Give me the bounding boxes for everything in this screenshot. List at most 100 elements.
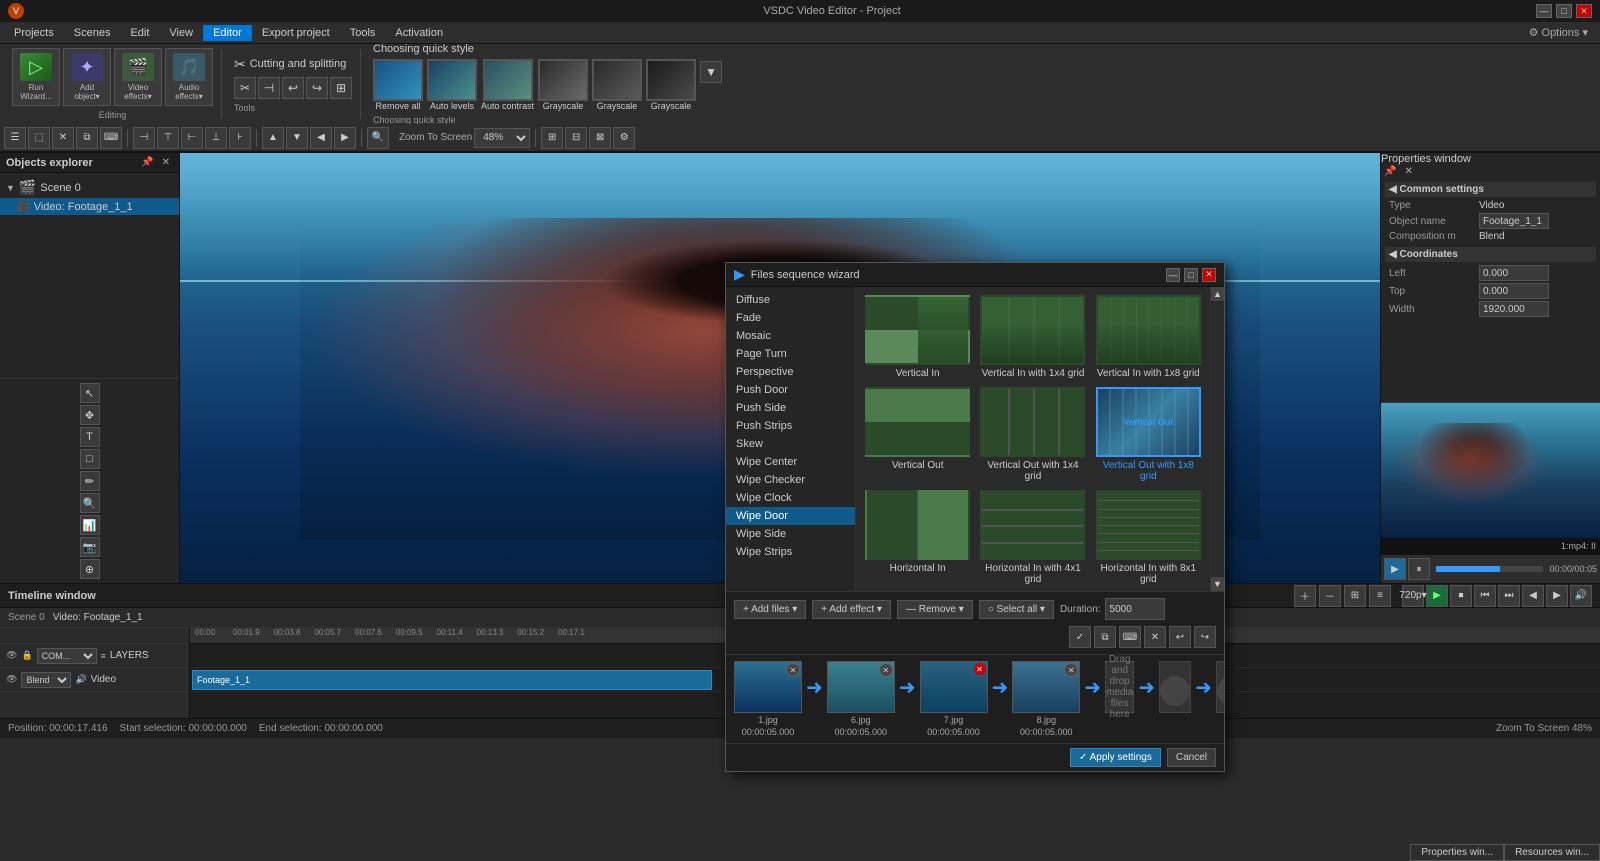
seq-img-4[interactable]: ✕ xyxy=(1012,661,1080,713)
ff-button[interactable]: ⏭ xyxy=(1498,585,1520,607)
pen-tool[interactable]: ✏ xyxy=(80,471,100,491)
options-button[interactable]: ⚙ Options ▾ xyxy=(1521,26,1596,39)
remove-all-button[interactable]: Remove all xyxy=(373,59,423,111)
remove-button[interactable]: — Remove ▾ xyxy=(897,600,973,619)
common-settings-header[interactable]: ◀ Common settings xyxy=(1385,182,1596,197)
align-center[interactable]: ⊤ xyxy=(157,127,179,149)
add-effect-button[interactable]: + Add effect ▾ xyxy=(812,600,891,619)
effect-pushside[interactable]: Push Side xyxy=(726,399,855,417)
scroll-up[interactable]: ▲ xyxy=(1211,287,1225,301)
snap-grid[interactable]: ⊟ xyxy=(565,127,587,149)
menu-activation[interactable]: Activation xyxy=(385,25,453,41)
close-button[interactable]: ✕ xyxy=(1576,4,1592,18)
crosshair-tool[interactable]: ⊕ xyxy=(80,559,100,579)
effect-vertical-in-1x4[interactable]: Vertical In with 1x4 grid xyxy=(979,295,1086,379)
rewind-button[interactable]: ⏮ xyxy=(1474,585,1496,607)
timeline-snap[interactable]: ⊞ xyxy=(1344,585,1366,607)
left-input[interactable] xyxy=(1479,265,1549,281)
effect-diffuse[interactable]: Diffuse xyxy=(726,291,855,309)
effect-horizontal-in-8x1[interactable]: Horizontal In with 8x1 grid xyxy=(1095,490,1202,585)
menu-scenes[interactable]: Scenes xyxy=(64,25,121,41)
seq-remove-1[interactable]: ✕ xyxy=(786,663,800,677)
zoom-out[interactable]: 🔍 xyxy=(367,127,389,149)
cancel-button[interactable]: Cancel xyxy=(1167,748,1216,767)
effect-vertical-in-1x8[interactable]: Vertical In with 1x8 grid xyxy=(1095,295,1202,379)
select-tool[interactable]: ☰ xyxy=(4,127,26,149)
effect-wipeclock[interactable]: Wipe Clock xyxy=(726,489,855,507)
play-button[interactable]: ▶ xyxy=(1426,585,1448,607)
effect-wipeside[interactable]: Wipe Side xyxy=(726,525,855,543)
effect-fade[interactable]: Fade xyxy=(726,309,855,327)
cut-tool[interactable]: ✂ xyxy=(234,77,256,99)
duration-input[interactable] xyxy=(1105,598,1165,620)
grid-view[interactable]: ⊞ xyxy=(541,127,563,149)
align-bottom[interactable]: ⊦ xyxy=(229,127,251,149)
select-all-button[interactable]: ○ Select all ▾ xyxy=(979,600,1054,619)
seq-remove-3[interactable]: ✕ xyxy=(974,663,986,675)
scroll-down[interactable]: ▼ xyxy=(1211,577,1225,591)
wizard-maximize[interactable]: □ xyxy=(1184,268,1198,282)
wizard-scrollbar[interactable]: ▲ ▼ xyxy=(1210,287,1224,591)
align-top[interactable]: ⊥ xyxy=(205,127,227,149)
seq-remove-2[interactable]: ✕ xyxy=(879,663,893,677)
add-files-button[interactable]: + Add files ▾ xyxy=(734,600,806,619)
coordinates-header[interactable]: ◀ Coordinates xyxy=(1385,247,1596,262)
more-styles-button[interactable]: ▼ xyxy=(700,61,722,83)
resources-win-tab[interactable]: Resources win... xyxy=(1504,844,1600,861)
tree-item-video[interactable]: 🎥 Video: Footage_1_1 xyxy=(0,198,179,215)
snap-obj[interactable]: ⊠ xyxy=(589,127,611,149)
zoom-dropdown[interactable]: 48% 25% 50% 75% 100% xyxy=(474,128,530,148)
move-right[interactable]: ▶ xyxy=(334,127,356,149)
move-down[interactable]: ▼ xyxy=(286,127,308,149)
grayscale-2-button[interactable]: Grayscale xyxy=(592,59,642,111)
wizard-undo[interactable]: ↩ xyxy=(1169,626,1191,648)
preview-play[interactable]: ▶ xyxy=(1384,558,1406,580)
text-tool[interactable]: T xyxy=(80,427,100,447)
run-wizard-button[interactable]: ▷ RunWizard... xyxy=(12,48,60,106)
effect-wipecenter[interactable]: Wipe Center xyxy=(726,453,855,471)
shape-tool[interactable]: □ xyxy=(80,449,100,469)
next-frame[interactable]: ▶ xyxy=(1546,585,1568,607)
align-left[interactable]: ⊣ xyxy=(133,127,155,149)
props-close[interactable]: ✕ xyxy=(1401,165,1415,178)
seq-img-3[interactable]: ✕ xyxy=(920,661,988,713)
seq-drop-zone[interactable]: Drag and drop media files here xyxy=(1105,661,1134,713)
grayscale-1-button[interactable]: Grayscale xyxy=(538,59,588,111)
apply-settings-button[interactable]: ✓ Apply settings xyxy=(1070,748,1161,767)
objects-pin-button[interactable]: 📌 xyxy=(138,156,156,169)
objects-close-button[interactable]: ✕ xyxy=(159,156,173,169)
move-up[interactable]: ▲ xyxy=(262,127,284,149)
add-object-button[interactable]: ✦ Addobject▾ xyxy=(63,48,111,106)
effect-wipedoor[interactable]: Wipe Door xyxy=(726,507,855,525)
undo-tool[interactable]: ↩ xyxy=(282,77,304,99)
video-effects-button[interactable]: 🎬 Videoeffects▾ xyxy=(114,48,162,106)
wizard-close[interactable]: ✕ xyxy=(1202,268,1216,282)
auto-contrast-button[interactable]: Auto contrast xyxy=(481,59,534,111)
timeline-add[interactable]: ＋ xyxy=(1294,585,1316,607)
effect-skew[interactable]: Skew xyxy=(726,435,855,453)
camera-tool[interactable]: 📷 xyxy=(80,537,100,557)
effect-vertical-out-1x4[interactable]: Vertical Out with 1x4 grid xyxy=(979,387,1086,482)
menu-tools[interactable]: Tools xyxy=(340,25,386,41)
settings-tool[interactable]: ⚙ xyxy=(613,127,635,149)
seq-img-2[interactable]: ✕ xyxy=(827,661,895,713)
effect-vertical-out-1x8[interactable]: Vertical Out Vertical Out with 1x8 grid xyxy=(1095,387,1202,482)
move-tool[interactable]: ✥ xyxy=(80,405,100,425)
align-right[interactable]: ⊢ xyxy=(181,127,203,149)
maximize-button[interactable]: □ xyxy=(1556,4,1572,18)
blend-dropdown[interactable]: Blend xyxy=(21,672,71,688)
quality-dropdown[interactable]: 720p▾ xyxy=(1402,585,1424,607)
menu-projects[interactable]: Projects xyxy=(4,25,64,41)
props-pin[interactable]: 📌 xyxy=(1381,165,1399,178)
effect-horizontal-in-4x1[interactable]: Horizontal In with 4x1 grid xyxy=(979,490,1086,585)
wizard-del[interactable]: ✕ xyxy=(1144,626,1166,648)
eye-dropper-tool[interactable]: 🔍 xyxy=(80,493,100,513)
effect-pageturn[interactable]: Page Turn xyxy=(726,345,855,363)
audio-effects-button[interactable]: 🎵 Audioeffects▾ xyxy=(165,48,213,106)
effect-perspective[interactable]: Perspective xyxy=(726,363,855,381)
object-name-input[interactable] xyxy=(1479,213,1549,229)
copy-tool[interactable]: ⧉ xyxy=(76,127,98,149)
wizard-paste[interactable]: ⌨ xyxy=(1119,626,1141,648)
menu-editor[interactable]: Editor xyxy=(203,25,252,41)
menu-edit[interactable]: Edit xyxy=(120,25,159,41)
